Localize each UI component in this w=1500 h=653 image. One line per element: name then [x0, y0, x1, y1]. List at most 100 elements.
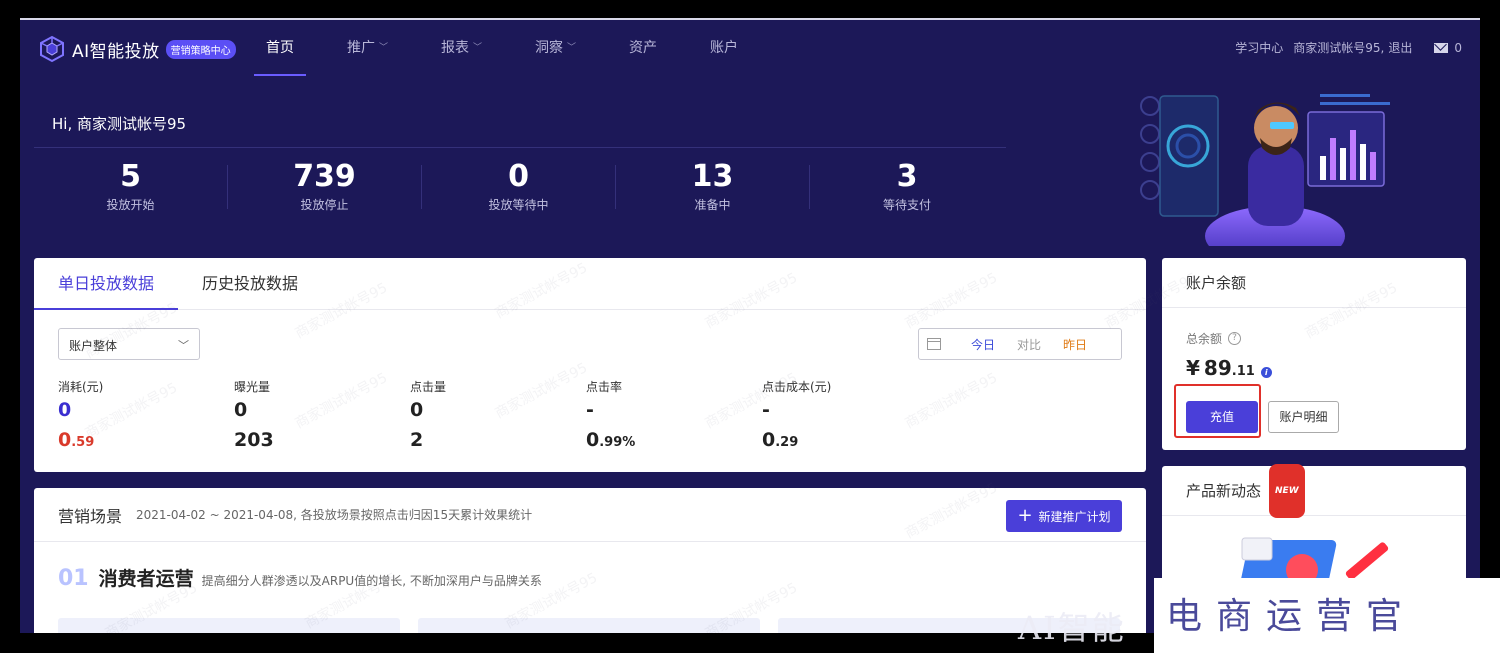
calendar-icon[interactable]	[927, 338, 941, 350]
delivery-data-card: 单日投放数据 历史投放数据 账户整体 ﹀ 今日 对比 昨日 消耗(元) 0 0.…	[34, 258, 1146, 472]
section-desc: 提高细分人群渗透以及ARPU值的增长, 不断加深用户与品牌关系	[201, 574, 542, 588]
scope-select[interactable]: 账户整体 ﹀	[58, 328, 200, 360]
stat-started[interactable]: 5 投放开始	[34, 159, 228, 212]
metric-label: 曝光量	[234, 380, 271, 394]
value-int: 0	[410, 399, 424, 421]
value-int: 0	[58, 429, 72, 451]
main-nav: 首页 推广 ﹀ 报表 ﹀ 洞察 ﹀ 资产 账户	[254, 20, 779, 76]
scene-card-2[interactable]	[418, 618, 760, 633]
stat-value: 5	[120, 159, 141, 194]
stat-label: 投放停止	[300, 198, 349, 212]
nav-home-label: 首页	[266, 40, 294, 56]
section-title: 消费者运营	[98, 568, 194, 590]
plus-icon: +	[1017, 505, 1033, 526]
balance-title: 账户余额	[1162, 258, 1466, 308]
overlay-brand: 电商运营官	[1166, 596, 1417, 637]
stat-value: 13	[691, 159, 734, 194]
metric-ctr: 点击率 - 0.99%	[586, 378, 762, 451]
greeting: Hi, 商家测试帐号95	[52, 115, 187, 133]
metric-spend: 消耗(元) 0 0.59	[58, 378, 234, 451]
scene-subtitle: 2021-04-02 ~ 2021-04-08, 各投放场景按照点击归因15天累…	[136, 508, 533, 522]
nav-assets[interactable]: 资产	[617, 20, 669, 76]
news-title: 产品新动态	[1186, 481, 1262, 500]
top-right-links: 学习中心 商家测试帐号95, 退出 0	[1235, 39, 1462, 56]
metric-today-value: 0	[58, 399, 234, 425]
nav-promotion-label: 推广	[347, 40, 375, 56]
metric-clicks: 点击量 0 2	[410, 378, 586, 451]
mail-icon	[1434, 42, 1449, 53]
logo-text: AI智能投放	[72, 41, 160, 62]
amount-dec: .11	[1231, 364, 1255, 379]
metric-yesterday-value: 0.99%	[586, 429, 762, 451]
chevron-down-icon: ﹀	[567, 43, 577, 53]
value-int: 2	[410, 429, 424, 451]
tab-daily-data[interactable]: 单日投放数据	[34, 258, 179, 310]
metric-yesterday-value: 0.29	[762, 429, 938, 451]
value-dec: .99%	[599, 435, 636, 450]
balance-amount: ¥ 89 .11 i	[1186, 356, 1272, 380]
news-header: 产品新动态 NEW	[1162, 463, 1466, 518]
mail-count: 0	[1454, 40, 1462, 55]
nav-promotion[interactable]: 推广 ﹀	[335, 20, 400, 76]
tab-history-data[interactable]: 历史投放数据	[178, 258, 322, 309]
help-icon[interactable]: ?	[1228, 332, 1242, 345]
scene-card-1[interactable]	[58, 618, 400, 633]
currency-symbol: ¥	[1186, 356, 1200, 380]
stat-preparing[interactable]: 13 准备中	[616, 159, 810, 212]
value-int: 0	[762, 429, 776, 451]
learning-center-link[interactable]: 学习中心	[1235, 39, 1283, 56]
stat-label: 等待支付	[882, 198, 931, 212]
date-today[interactable]: 今日	[971, 336, 995, 353]
date-compare[interactable]: 对比	[1017, 336, 1041, 353]
nav-insights[interactable]: 洞察 ﹀	[523, 20, 588, 76]
stat-value: 3	[896, 159, 918, 194]
mail-button[interactable]: 0	[1434, 41, 1462, 55]
new-badge: NEW	[1269, 463, 1305, 518]
value-int: 0	[586, 429, 600, 451]
stat-value: 739	[293, 159, 356, 194]
new-plan-button[interactable]: + 新建推广计划	[1006, 500, 1122, 532]
logout-link[interactable]: 退出	[1388, 39, 1412, 56]
nav-home[interactable]: 首页	[254, 20, 306, 76]
scene-title: 营销场景	[58, 506, 123, 526]
balance-card: 账户余额 总余额 ? ¥ 89 .11 i 充值 账户明细	[1162, 258, 1466, 450]
metrics-row: 消耗(元) 0 0.59 曝光量 0 203 点击量 0 2 点击率 - 0.9…	[58, 378, 938, 451]
stat-label: 投放开始	[106, 198, 155, 212]
total-balance-label: 总余额 ?	[1186, 330, 1242, 347]
campaign-stats: 5 投放开始 739 投放停止 0 投放等待中 13 准备中 3 等待支付	[34, 159, 1006, 230]
data-tabs: 单日投放数据 历史投放数据	[34, 258, 1146, 310]
divider	[34, 147, 1006, 148]
value-int: 203	[234, 429, 274, 451]
recharge-button[interactable]: 充值	[1186, 401, 1258, 433]
cube-logo-icon	[40, 35, 64, 63]
stat-value: 0	[508, 159, 529, 194]
info-icon[interactable]: i	[1260, 367, 1272, 378]
nav-reports-label: 报表	[441, 40, 470, 56]
scope-select-value: 账户整体	[69, 339, 118, 353]
value-int: -	[762, 399, 770, 421]
stat-waiting[interactable]: 0 投放等待中	[422, 159, 616, 212]
logo[interactable]: AI智能投放 营销策略中心	[38, 35, 236, 63]
stat-label: 准备中	[694, 198, 731, 212]
metric-impressions: 曝光量 0 203	[234, 378, 410, 451]
value-dec: .59	[71, 435, 95, 450]
value-int: 0	[234, 399, 248, 421]
date-yesterday[interactable]: 昨日	[1063, 336, 1087, 353]
stat-awaiting-payment[interactable]: 3 等待支付	[810, 159, 1004, 212]
metric-label: 消耗(元)	[58, 380, 104, 394]
nav-assets-label: 资产	[629, 40, 658, 56]
top-navbar: AI智能投放 营销策略中心 首页 推广 ﹀ 报表 ﹀ 洞察 ﹀ 资产 账户 学习中心 …	[20, 20, 1480, 76]
nav-reports[interactable]: 报表 ﹀	[429, 20, 494, 76]
metric-today-value: 0	[410, 399, 586, 425]
metric-yesterday-value: 0.59	[58, 429, 234, 451]
stat-stopped[interactable]: 739 投放停止	[228, 159, 422, 212]
nav-account[interactable]: 账户	[698, 20, 750, 76]
metric-today-value: 0	[234, 399, 410, 425]
chevron-down-icon: ﹀	[379, 43, 389, 53]
amount-int: 89	[1203, 356, 1232, 380]
account-detail-button[interactable]: 账户明细	[1268, 401, 1339, 433]
consumer-ops-heading: 01 消费者运营 提高细分人群渗透以及ARPU值的增长, 不断加深用户与品牌关系	[58, 564, 542, 591]
stat-label: 投放等待中	[488, 198, 549, 212]
metric-label: 点击成本(元)	[762, 380, 832, 394]
overlay-caption: AI智能	[1018, 609, 1126, 647]
